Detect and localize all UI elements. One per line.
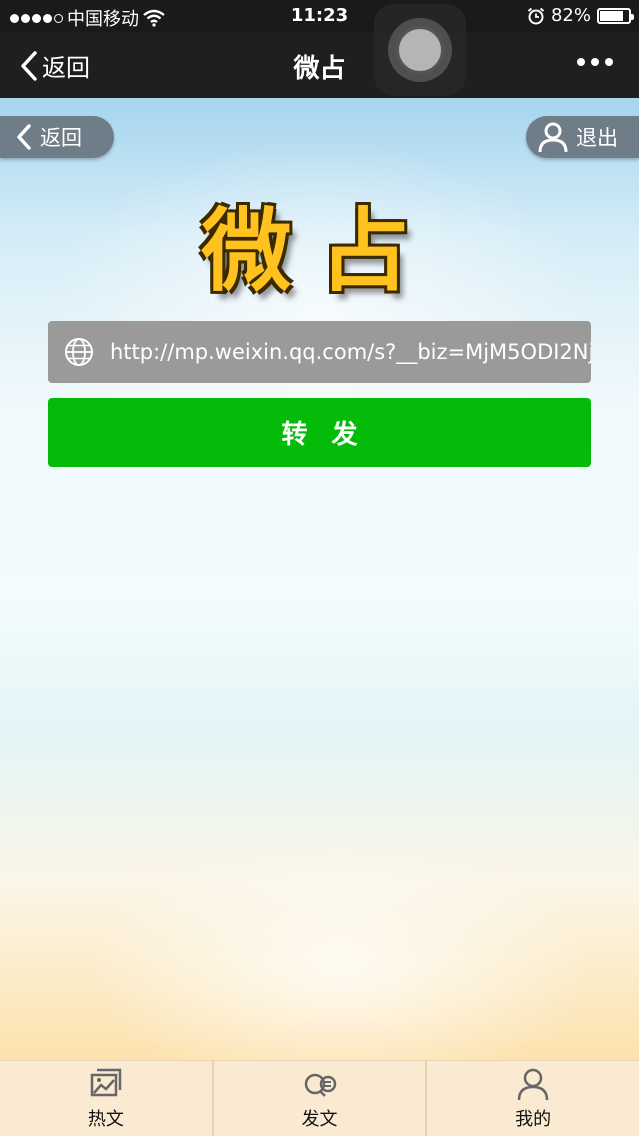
page-back-button[interactable]: 返回 <box>0 116 114 158</box>
tab-bar: 热文 发文 我的 <box>0 1060 639 1136</box>
battery-percent: 82% <box>550 5 591 26</box>
url-value: http://mp.weixin.qq.com/s?__biz=MjM5ODI2… <box>110 340 591 364</box>
image-icon <box>90 1068 122 1096</box>
page-title: 微占 <box>293 54 346 84</box>
globe-icon <box>65 338 93 366</box>
alarm-icon <box>527 7 545 24</box>
main-content: 返回 退出 微占 http://mp.weixin.qq.com/s?__biz… <box>0 98 639 1060</box>
user-icon <box>538 122 568 153</box>
page-back-label: 返回 <box>40 126 82 150</box>
forward-button[interactable]: 转发 <box>48 398 591 467</box>
battery-icon <box>597 7 634 24</box>
app-logo: 微占 <box>201 199 438 304</box>
chevron-left-icon <box>17 124 31 150</box>
logout-button[interactable]: 退出 <box>526 116 639 158</box>
status-right: 82% <box>527 5 634 26</box>
tab-mine[interactable]: 我的 <box>427 1061 639 1136</box>
tab-label: 热文 <box>87 1108 124 1130</box>
tab-post[interactable]: 发文 <box>214 1061 428 1136</box>
post-icon <box>304 1073 336 1097</box>
url-input[interactable]: http://mp.weixin.qq.com/s?__biz=MjM5ODI2… <box>48 321 591 383</box>
assistive-touch-button[interactable] <box>374 4 466 96</box>
nav-bar: 返回 微占 <box>0 32 639 98</box>
logout-label: 退出 <box>576 126 618 150</box>
tab-label: 我的 <box>515 1108 552 1130</box>
more-options-icon[interactable] <box>577 58 613 66</box>
tab-label: 发文 <box>301 1108 338 1130</box>
status-bar: 中国移动 11:23 82% <box>0 0 639 32</box>
tab-hot-articles[interactable]: 热文 <box>0 1061 214 1136</box>
user-icon <box>517 1068 549 1100</box>
